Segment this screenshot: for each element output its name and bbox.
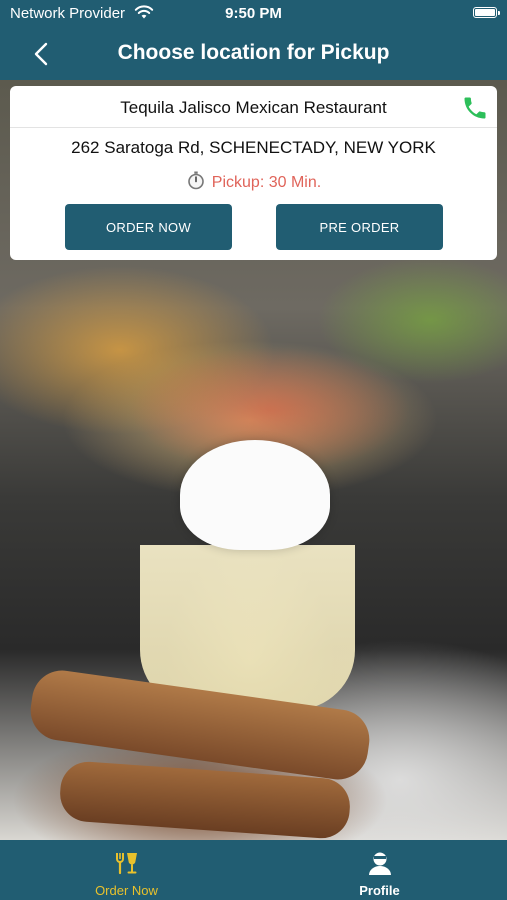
pre-order-button[interactable]: PRE ORDER xyxy=(276,204,443,250)
phone-icon[interactable] xyxy=(461,94,489,122)
tab-order-now-label: Order Now xyxy=(95,883,158,898)
tab-order-now[interactable]: Order Now xyxy=(0,840,253,900)
tab-profile[interactable]: Profile xyxy=(253,840,506,900)
navigation-bar: Choose location for Pickup xyxy=(0,28,507,80)
tab-bar: Order Now Profile xyxy=(0,840,507,900)
restaurant-name: Tequila Jalisco Mexican Restaurant xyxy=(120,98,387,117)
user-icon xyxy=(368,852,391,875)
photo-whipped-cream xyxy=(180,440,330,550)
restaurant-address: 262 Saratoga Rd, SCHENECTADY, NEW YORK xyxy=(71,138,436,157)
order-now-button[interactable]: ORDER NOW xyxy=(65,204,232,250)
pickup-time: Pickup: 30 Min. xyxy=(10,170,497,192)
battery-icon xyxy=(473,7,500,18)
stopwatch-icon xyxy=(187,171,204,190)
restaurant-card: Tequila Jalisco Mexican Restaurant 262 S… xyxy=(10,86,497,260)
clock: 9:50 PM xyxy=(225,5,282,22)
tab-profile-label: Profile xyxy=(359,883,400,898)
card-divider xyxy=(10,127,497,128)
fork-glass-icon xyxy=(115,853,137,875)
pickup-time-text: Pickup: 30 Min. xyxy=(211,174,322,191)
page-title: Choose location for Pickup xyxy=(117,41,390,64)
status-bar: Network Provider 9:50 PM xyxy=(0,0,507,28)
